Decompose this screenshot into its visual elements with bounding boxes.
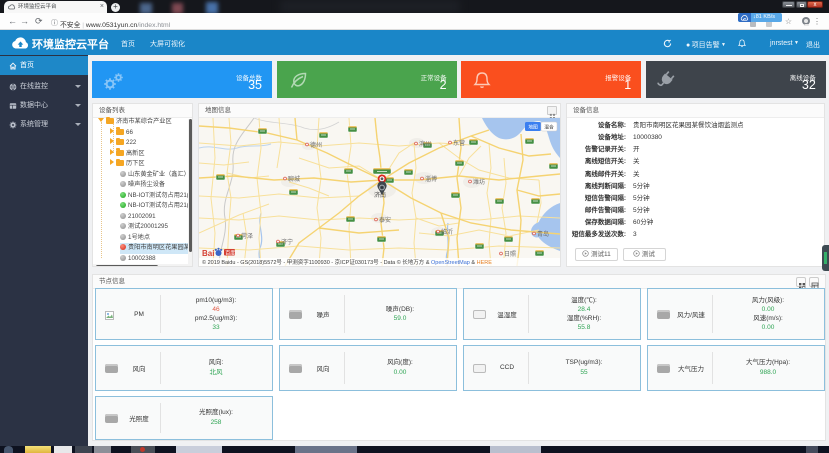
svg-text:日照: 日照 [504,251,516,258]
svg-text:济南: 济南 [374,191,386,199]
svg-text:菏泽: 菏泽 [241,232,253,240]
svg-text:聊城: 聊城 [288,175,300,183]
svg-text:临沂: 临沂 [441,228,453,236]
svg-text:Bai: Bai [202,249,214,258]
svg-text:地图: 地图 [528,124,538,131]
svg-text:混合: 混合 [544,124,554,131]
svg-text:济宁: 济宁 [281,238,293,246]
svg-text:滨州: 滨州 [419,140,431,148]
svg-text:百度: 百度 [225,249,235,256]
svg-text:德州: 德州 [310,141,322,149]
svg-text:© 2019 Baidu - GS(2018)5572号 -: © 2019 Baidu - GS(2018)5572号 - 甲测资字11009… [202,258,492,266]
svg-text:东营: 东营 [453,139,465,147]
svg-text:青岛: 青岛 [537,230,549,238]
svg-text:淄博: 淄博 [425,175,437,183]
svg-text:泰安: 泰安 [379,216,391,224]
svg-text:潍坊: 潍坊 [473,178,485,186]
